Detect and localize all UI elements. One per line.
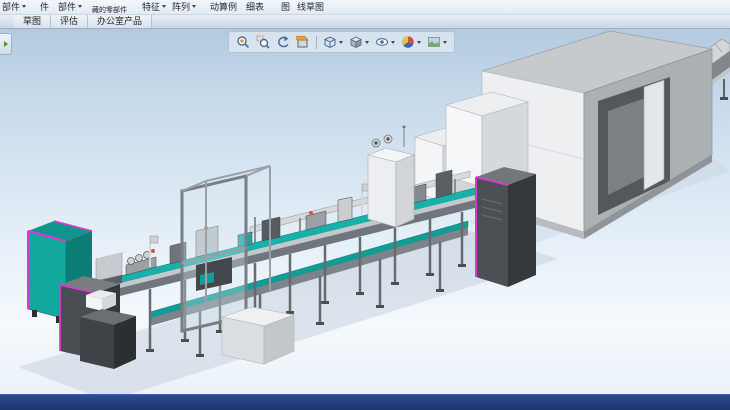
ribbon-button-drawing[interactable]: 图 — [281, 0, 290, 13]
ribbon-button-line-sketch[interactable]: 线草图 — [297, 0, 324, 13]
ribbon-label: 特征 — [142, 0, 160, 13]
chevron-down-icon — [365, 41, 369, 44]
white-table-box[interactable] — [222, 307, 294, 364]
ribbon-label: 藏的零部件 — [92, 7, 127, 14]
ribbon-button-part[interactable]: 件 — [40, 0, 49, 13]
commandmanager-tabs: 草图 评估 办公室产品 — [0, 15, 730, 29]
scene-icon[interactable] — [427, 34, 447, 50]
chevron-down-icon — [78, 5, 82, 8]
dark-cabinet-right[interactable] — [476, 167, 536, 287]
chevron-down-icon — [192, 5, 196, 8]
assembly-line-model[interactable] — [0, 29, 730, 395]
ribbon-label: 部件 — [58, 0, 76, 13]
zoom-area-icon[interactable] — [256, 34, 270, 50]
tab-evaluate[interactable]: 评估 — [51, 15, 88, 28]
chevron-down-icon — [391, 41, 395, 44]
ribbon-button-pattern[interactable]: 阵列 — [172, 0, 196, 13]
appearance-icon[interactable] — [401, 34, 421, 50]
ribbon: 部件 件 部件 藏的零部件 特征 阵列 动算例 细表 图 线草图 — [0, 0, 730, 15]
zoom-fit-icon[interactable] — [236, 34, 250, 50]
ribbon-button-features[interactable]: 特征 — [142, 0, 166, 13]
chevron-down-icon — [417, 41, 421, 44]
ribbon-button-components-2[interactable]: 部件 — [58, 0, 82, 13]
chevron-down-icon — [22, 5, 26, 8]
ribbon-label: 图 — [281, 0, 290, 13]
section-view-icon[interactable] — [296, 34, 310, 50]
chevron-down-icon — [162, 5, 166, 8]
flyout-arrow-icon — [4, 41, 8, 47]
ribbon-label: 件 — [40, 0, 49, 13]
ribbon-button-bom[interactable]: 细表 — [246, 0, 264, 13]
ribbon-label: 线草图 — [297, 0, 324, 13]
previous-view-icon[interactable] — [276, 34, 290, 50]
tab-office-products[interactable]: 办公室产品 — [88, 15, 152, 28]
toolbar-separator — [316, 36, 317, 49]
viewport-canvas[interactable] — [0, 29, 730, 395]
hide-items-icon[interactable] — [375, 34, 395, 50]
solidworks-window: 部件 件 部件 藏的零部件 特征 阵列 动算例 细表 图 线草图 草图 评估 办… — [0, 0, 730, 410]
view-orientation-icon[interactable] — [323, 34, 343, 50]
ribbon-label: 部件 — [2, 0, 20, 13]
ribbon-button-components[interactable]: 部件 — [2, 0, 26, 13]
ribbon-label: 阵列 — [172, 0, 190, 13]
tab-sketch[interactable]: 草图 — [14, 15, 51, 28]
ribbon-label: 动算例 — [210, 0, 237, 13]
status-bar — [0, 394, 730, 410]
chevron-down-icon — [339, 41, 343, 44]
ribbon-button-motion-study[interactable]: 动算例 — [210, 0, 237, 13]
filling-station[interactable] — [368, 126, 414, 228]
heads-up-toolbar — [228, 31, 455, 53]
ribbon-label: 细表 — [246, 0, 264, 13]
ribbon-button-hidden-components[interactable]: 藏的零部件 — [92, 7, 130, 14]
panel-flyout-tab[interactable] — [0, 33, 12, 55]
chevron-down-icon — [443, 41, 447, 44]
display-style-icon[interactable] — [349, 34, 369, 50]
